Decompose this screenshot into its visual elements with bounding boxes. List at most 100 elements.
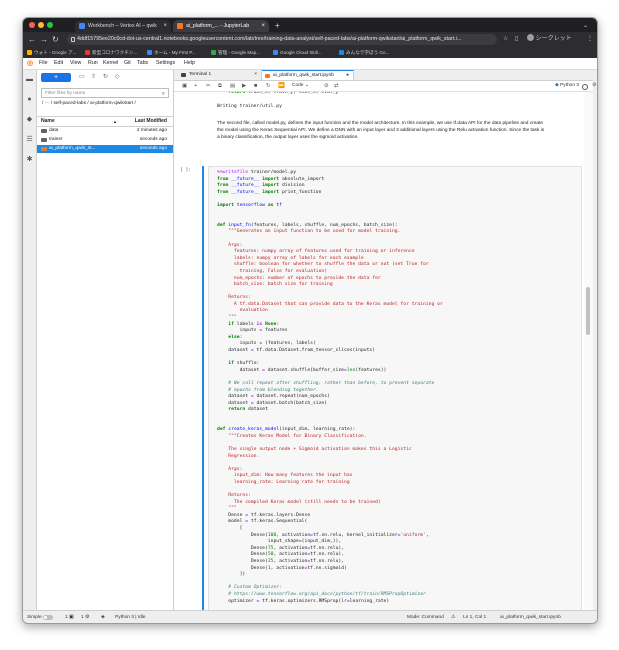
simple-mode-toggle[interactable] — [43, 615, 53, 620]
minimize-window-icon[interactable] — [38, 22, 44, 28]
cursor-position[interactable]: Ln 1, Col 1 — [463, 611, 486, 623]
terminals-count-value: 1 — [65, 615, 68, 620]
profile-button[interactable]: シークレット — [527, 34, 572, 45]
refresh-icon[interactable]: ↻ — [103, 73, 108, 82]
bookmark-item[interactable]: ウォト - Google ア... — [27, 47, 76, 58]
menu-run[interactable]: Run — [88, 58, 98, 69]
kernels-count-value: 1 — [81, 615, 84, 620]
copy-icon[interactable]: ⧉ — [218, 81, 222, 91]
bookmark-item[interactable]: ホーム - My First P... — [147, 47, 196, 58]
stop-icon[interactable]: ■ — [254, 81, 257, 91]
git-status-icon[interactable]: ◈ — [101, 611, 105, 623]
mode-indicator: Mode: Command — [407, 615, 444, 620]
document-tab-bar: Terminal 1 × ai_platform_qwik_start.ipyn… — [174, 70, 597, 81]
profile-label: シークレット — [535, 36, 572, 42]
bookmark-favicon-icon — [147, 50, 152, 55]
git-clone-icon[interactable]: ◇ — [115, 73, 120, 82]
file-name: data — [49, 128, 59, 133]
bookmark-item[interactable]: 新型コロナワクチン... — [85, 47, 137, 58]
upload-icon[interactable]: ⇧ — [91, 73, 96, 82]
notebook-toolbar: ▣ + ✂ ⧉ ▤ ▶ ■ ↻ ⏩ Code ⌄ ⊘ ⇄ ◆ Python 3 — [174, 81, 597, 92]
menu-view[interactable]: View — [70, 58, 81, 69]
restart-icon[interactable]: ↻ — [266, 81, 271, 91]
tab-notebook[interactable]: ai_platform_qwik_start.ipynb ● — [262, 70, 354, 80]
new-tab-button[interactable]: + — [271, 20, 285, 32]
bookmark-item[interactable]: 管理 - Google Map... — [211, 47, 260, 58]
filter-placeholder: Filter files by name — [45, 91, 86, 96]
forward-arrow-icon[interactable]: → — [40, 34, 48, 45]
terminals-count[interactable]: 1 ▣ — [65, 611, 74, 623]
sort-arrow-icon[interactable]: ▲ — [113, 117, 117, 126]
notebook-content: return train_x, train_y, eval_x, eval_y … — [174, 92, 584, 610]
add-cell-icon[interactable]: + — [194, 81, 197, 91]
menu-git[interactable]: Git — [124, 58, 131, 69]
file-browser-toolbar: + ▭ ⇧ ↻ ◇ — [37, 70, 173, 86]
share-icon[interactable]: ⇄ — [334, 81, 339, 91]
back-arrow-icon[interactable]: ← — [28, 34, 36, 45]
file-row-data[interactable]: data 2 minutes ago — [37, 127, 173, 135]
bookmark-item[interactable]: Google Cloud Skill... — [273, 47, 322, 58]
menu-help[interactable]: Help — [184, 58, 195, 69]
close-tab-icon[interactable]: × — [163, 20, 167, 32]
url-field[interactable]: 4ddf15795ee20c0cd-dot-us-central1.notebo… — [67, 34, 497, 45]
menu-tabs[interactable]: Tabs — [137, 58, 148, 69]
close-tab-icon[interactable]: × — [261, 20, 265, 32]
git-diff-icon[interactable]: ⊘ — [324, 81, 329, 91]
column-last-modified[interactable]: Last Modified — [135, 117, 167, 126]
cut-icon[interactable]: ✂ — [206, 81, 211, 91]
file-list-header: Name ▲ Last Modified — [37, 116, 173, 127]
tab-terminal-1[interactable]: Terminal 1 × — [178, 70, 262, 80]
cell-type-select[interactable]: Code ⌄ — [292, 82, 309, 90]
scrollbar-thumb[interactable] — [586, 287, 590, 335]
tab-search-icon[interactable]: ⌄ — [579, 20, 593, 32]
kernel-idle-indicator-icon — [582, 84, 588, 90]
fast-forward-icon[interactable]: ⏩ — [278, 81, 285, 91]
close-window-icon[interactable] — [29, 22, 35, 28]
run-icon[interactable]: ▶ — [242, 81, 246, 91]
folder-icon[interactable]: ▬ — [26, 76, 33, 83]
file-name: trainer — [49, 137, 63, 142]
paste-icon[interactable]: ▤ — [230, 81, 235, 91]
unsaved-dot-icon[interactable]: ● — [346, 71, 349, 80]
bookmark-star-icon[interactable]: ☆ — [503, 34, 508, 45]
incognito-avatar-icon — [527, 34, 534, 41]
kernels-count[interactable]: 1 ⚙ — [81, 611, 89, 623]
reload-icon[interactable]: ↻ — [52, 34, 59, 45]
sidepanel-icon[interactable]: ▯ — [515, 34, 518, 45]
running-sessions-icon[interactable]: ● — [26, 96, 33, 103]
menu-edit[interactable]: Edit — [54, 58, 63, 69]
new-folder-icon[interactable]: ▭ — [79, 73, 85, 82]
notification-bell-icon[interactable]: ⚠ — [451, 611, 455, 623]
browser-tab-jupyterlab[interactable]: ai_platform_... - JupyterLab × — [173, 20, 269, 32]
table-of-contents-icon[interactable]: ☰ — [26, 136, 33, 143]
menu-kernel[interactable]: Kernel — [103, 58, 118, 69]
filter-files-input[interactable]: Filter files by name ⌕ — [41, 88, 169, 98]
jupyter-logo-icon: ◎ — [27, 60, 34, 67]
chrome-menu-icon[interactable]: ⋮ — [587, 34, 593, 45]
menu-file[interactable]: File — [39, 58, 48, 69]
lock-icon — [71, 37, 75, 42]
notebook-scrollbar[interactable] — [584, 92, 593, 610]
kernel-status-text[interactable]: Python 3 | Idle — [115, 611, 146, 623]
bookmark-item[interactable]: みんなで学ぼう Go... — [339, 47, 389, 58]
breadcrumb[interactable]: / ··· / self-paced-labs / ai-platform-qw… — [42, 101, 166, 107]
simple-mode-label: Simple — [27, 615, 42, 620]
new-launcher-button[interactable]: + — [41, 73, 71, 82]
save-icon[interactable]: ▣ — [182, 81, 187, 91]
code-cell-editor[interactable]: %%writefile trainer/model.py from __futu… — [208, 166, 582, 610]
maximize-window-icon[interactable] — [47, 22, 53, 28]
menu-settings[interactable]: Settings — [156, 58, 175, 69]
file-row-notebook[interactable]: ai_platform_qwik_st... seconds ago — [37, 145, 173, 153]
kernel-name[interactable]: ◆ Python 3 — [555, 81, 579, 91]
markdown-cell[interactable]: The second file, called model.py, define… — [217, 120, 547, 141]
folder-icon — [41, 138, 47, 142]
file-row-trainer[interactable]: trainer seconds ago — [37, 136, 173, 144]
column-name[interactable]: Name — [41, 117, 55, 126]
close-tab-icon[interactable]: × — [254, 70, 257, 80]
git-icon[interactable]: ◆ — [26, 116, 33, 123]
terminal-icon — [181, 73, 186, 77]
jupyter-menubar: ◎ File Edit View Run Kernel Git Tabs Set… — [23, 58, 597, 70]
extensions-icon[interactable]: ✱ — [26, 156, 33, 163]
browser-tab-workbench[interactable]: Workbench – Vertex AI – qwik × — [75, 20, 171, 32]
property-inspector-icon[interactable]: ⚙ — [592, 82, 596, 88]
